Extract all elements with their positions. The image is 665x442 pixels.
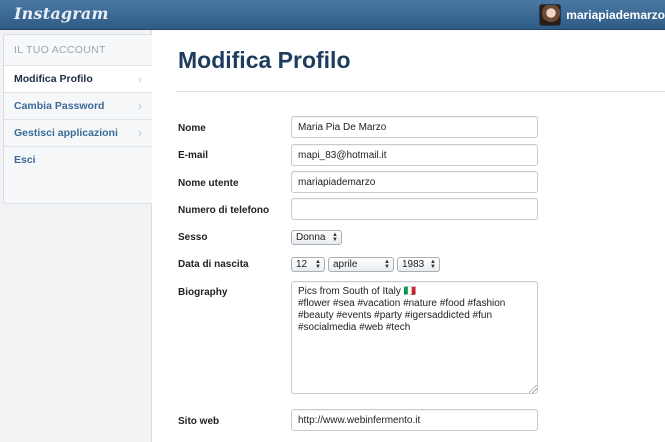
phone-field[interactable]: [291, 198, 538, 220]
sidebar-item-label: Esci: [14, 154, 36, 166]
sidebar-item-edit-profile[interactable]: Modifica Profilo ›: [4, 66, 152, 93]
user-menu[interactable]: mariapiademarzo: [539, 3, 665, 27]
account-menu-heading: IL TUO ACCOUNT: [4, 35, 152, 66]
sidebar-item-label: Cambia Password: [14, 100, 105, 112]
gender-select[interactable]: Donna ▲ ▼: [291, 230, 342, 245]
birth-day-select[interactable]: 12 ▲ ▼: [291, 257, 325, 272]
birth-month-select[interactable]: aprile ▲ ▼: [328, 257, 394, 272]
page-title: Modifica Profilo: [178, 47, 351, 73]
name-label: Nome: [178, 123, 206, 134]
birth-year-select[interactable]: 1983 ▲ ▼: [397, 257, 440, 272]
username-field[interactable]: [291, 171, 538, 193]
sidebar-item-label: Gestisci applicazioni: [14, 127, 118, 139]
sidebar-item-manage-apps[interactable]: Gestisci applicazioni ›: [4, 120, 152, 147]
chevron-right-icon: ›: [138, 99, 142, 113]
biography-label: Biography: [178, 287, 228, 298]
account-menu: IL TUO ACCOUNT Modifica Profilo › Cambia…: [3, 34, 152, 204]
email-field[interactable]: [291, 144, 538, 166]
email-label: E-mail: [178, 150, 209, 161]
name-field[interactable]: [291, 116, 538, 138]
chevron-right-icon: ›: [138, 126, 142, 140]
chevron-right-icon: ›: [138, 72, 142, 86]
sidebar: IL TUO ACCOUNT Modifica Profilo › Cambia…: [0, 30, 152, 442]
select-arrows-icon: ▲ ▼: [430, 258, 436, 270]
website-field[interactable]: [291, 409, 538, 431]
birth-year-value: 1983: [402, 259, 425, 270]
sidebar-item-label: Modifica Profilo: [14, 73, 93, 85]
birth-month-value: aprile: [333, 259, 358, 270]
select-arrows-icon: ▲ ▼: [384, 258, 390, 270]
title-divider: [176, 91, 665, 92]
avatar[interactable]: [539, 4, 562, 26]
phone-label: Numero di telefono: [178, 205, 270, 216]
top-navigation-bar: Instagram mariapiademarzo: [0, 0, 665, 30]
gender-label: Sesso: [178, 232, 208, 243]
birth-day-value: 12: [296, 259, 308, 270]
username-label[interactable]: mariapiademarzo: [566, 8, 665, 22]
select-arrows-icon: ▲ ▼: [332, 231, 338, 243]
biography-textarea[interactable]: Pics from South of Italy 🇮🇹 #flower #sea…: [291, 281, 538, 394]
birthdate-label: Data di nascita: [178, 259, 249, 270]
gender-select-value: Donna: [296, 232, 326, 243]
instagram-logo[interactable]: Instagram: [14, 4, 109, 23]
username-field-label: Nome utente: [178, 178, 239, 189]
website-label: Sito web: [178, 416, 220, 427]
sidebar-item-change-password[interactable]: Cambia Password ›: [4, 93, 152, 120]
sidebar-item-logout[interactable]: Esci: [4, 147, 152, 174]
textarea-resize-handle[interactable]: [529, 385, 537, 393]
select-arrows-icon: ▲ ▼: [315, 258, 321, 270]
